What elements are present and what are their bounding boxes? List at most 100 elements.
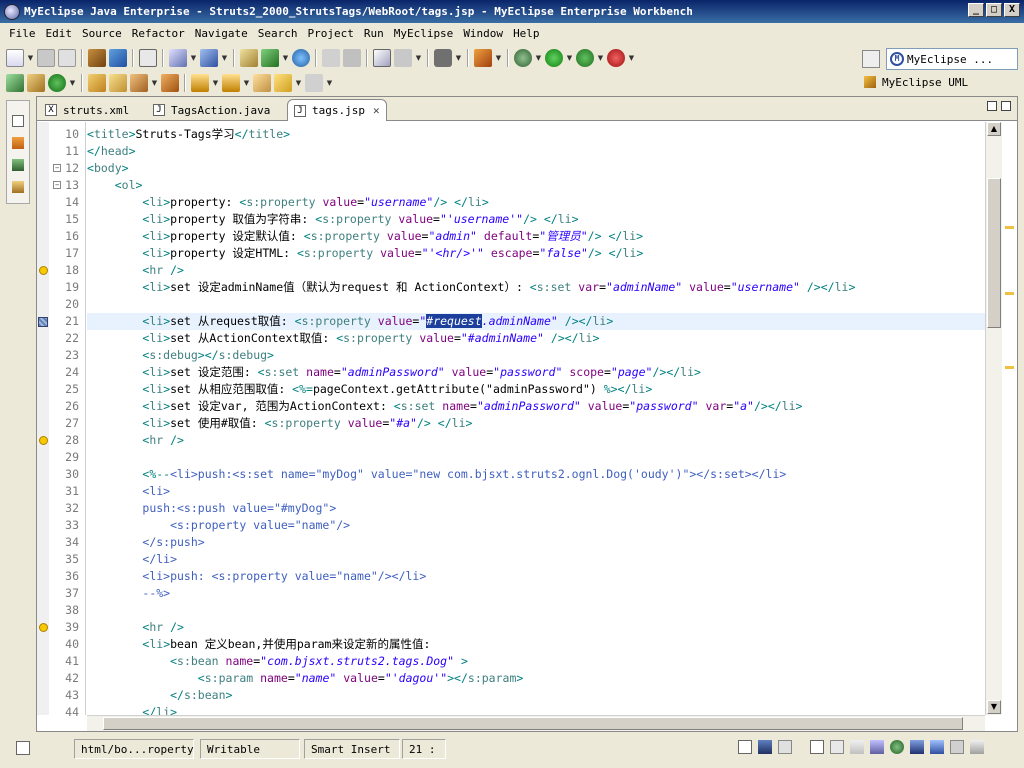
vertical-scrollbar[interactable]: ▲ ▼ [985, 122, 1002, 715]
warning-marker[interactable] [1005, 226, 1014, 229]
warning-marker[interactable] [1005, 366, 1014, 369]
menu-project[interactable]: Project [302, 27, 358, 40]
open-perspective-icon[interactable] [862, 50, 880, 68]
code-line[interactable]: <body> [87, 160, 985, 177]
tab-tags-jsp[interactable]: J tags.jsp ✕ [287, 99, 387, 121]
console-icon[interactable] [758, 740, 772, 754]
minimize-button[interactable]: _ [968, 3, 984, 17]
code-line[interactable] [87, 296, 985, 313]
menu-myeclipse[interactable]: MyEclipse [389, 27, 459, 40]
code-line[interactable]: </li> [87, 704, 985, 715]
code-line[interactable]: </head> [87, 143, 985, 160]
new-java-icon[interactable] [48, 74, 66, 92]
code-line[interactable]: <li>set 设定var, 范围为ActionContext: <s:set … [87, 398, 985, 415]
code-line[interactable]: <li>property 设定HTML: <s:property value="… [87, 245, 985, 262]
menu-window[interactable]: Window [458, 27, 508, 40]
menu-search[interactable]: Search [253, 27, 303, 40]
menu-run[interactable]: Run [359, 27, 389, 40]
code-line[interactable]: push:<s:push value="#myDog"> [87, 500, 985, 517]
debug-icon[interactable] [514, 49, 532, 67]
scroll-down-icon[interactable]: ▼ [987, 700, 1001, 714]
new-class-icon[interactable] [6, 74, 24, 92]
db-icon[interactable] [322, 49, 340, 67]
run-dropdown-icon[interactable]: ▼ [566, 49, 573, 67]
code-line[interactable]: <title>Struts-Tags学习</title> [87, 126, 985, 143]
package-icon[interactable] [109, 49, 127, 67]
code-line[interactable]: <li>set 设定adminName值（默认为request 和 Action… [87, 279, 985, 296]
warning-marker[interactable] [1005, 292, 1014, 295]
perspective-myeclipse[interactable]: M MyEclipse ... [886, 48, 1018, 70]
code-line[interactable]: </li> [87, 551, 985, 568]
code-line[interactable]: <hr /> [87, 619, 985, 636]
new-java-dropdown-icon[interactable]: ▼ [69, 74, 76, 92]
code-editor[interactable]: <title>Struts-Tags学习</title> </head> <body… [87, 122, 985, 715]
print-icon[interactable] [58, 49, 76, 67]
camera-icon[interactable] [434, 49, 452, 67]
image-icon[interactable] [373, 49, 391, 67]
palette-icon[interactable] [970, 740, 984, 754]
code-line[interactable]: <li>set 从相应范围取值: <%=pageContext.getAttri… [87, 381, 985, 398]
code-line[interactable]: <li>set 从request取值: <s:property value="#… [87, 313, 985, 330]
code-line[interactable]: </s:push> [87, 534, 985, 551]
code-line[interactable]: --%> [87, 585, 985, 602]
code-line[interactable] [87, 602, 985, 619]
tasks-icon[interactable] [850, 740, 864, 754]
prev-annotation-dropdown-icon[interactable]: ▼ [243, 74, 250, 92]
package-explorer-icon[interactable] [12, 181, 24, 193]
hierarchy-icon[interactable] [12, 137, 24, 149]
code-line[interactable]: <ol> [87, 177, 985, 194]
monitor-icon[interactable] [910, 740, 924, 754]
warning-icon[interactable] [39, 623, 48, 632]
overview-ruler[interactable] [1002, 122, 1017, 715]
wizard-dropdown-icon[interactable]: ▼ [190, 49, 197, 67]
code-line[interactable]: <s:property value="name"/> [87, 517, 985, 534]
code-line[interactable]: <s:bean name="com.bjsxt.struts2.tags.Dog… [87, 653, 985, 670]
close-tab-icon[interactable]: ✕ [373, 104, 380, 117]
close-button[interactable]: X [1004, 3, 1020, 17]
fast-view-icon[interactable] [16, 741, 30, 755]
web-browser-icon[interactable] [890, 740, 904, 754]
vertical-scroll-thumb[interactable] [987, 178, 1001, 328]
restore-view-icon[interactable] [810, 740, 824, 754]
tab-tagsaction-java[interactable]: J TagsAction.java [147, 99, 287, 121]
myeclipse-app-icon[interactable] [4, 3, 20, 20]
run-icon[interactable] [545, 49, 563, 67]
back-icon[interactable] [274, 74, 292, 92]
menu-file[interactable]: File [4, 27, 41, 40]
code-line[interactable]: <%--<li>push:<s:set name="myDog" value="… [87, 466, 985, 483]
next-annotation-dropdown-icon[interactable]: ▼ [212, 74, 219, 92]
next-annotation-icon[interactable] [191, 74, 209, 92]
code-line[interactable]: <li>set 从ActionContext取值: <s:property va… [87, 330, 985, 347]
code-line[interactable]: <s:debug></s:debug> [87, 347, 985, 364]
restore-view-icon[interactable] [738, 740, 752, 754]
fold-toggle-icon[interactable]: − [53, 164, 62, 172]
debug-dropdown-icon[interactable]: ▼ [535, 49, 542, 67]
forward-icon[interactable] [305, 74, 323, 92]
tools-dropdown-icon[interactable]: ▼ [415, 49, 422, 67]
code-line[interactable]: <li>property 设定默认值: <s:property value="a… [87, 228, 985, 245]
back-dropdown-icon[interactable]: ▼ [295, 74, 302, 92]
deploy-icon[interactable] [200, 49, 218, 67]
pencil-icon[interactable] [130, 74, 148, 92]
globe-icon[interactable] [292, 49, 310, 67]
run-external-icon[interactable] [576, 49, 594, 67]
horizontal-scrollbar[interactable] [87, 715, 985, 731]
maximize-button[interactable]: □ [986, 3, 1002, 17]
server-icon[interactable] [261, 49, 279, 67]
code-line[interactable]: </s:bean> [87, 687, 985, 704]
code-line[interactable]: <li>property: <s:property value="usernam… [87, 194, 985, 211]
menu-source[interactable]: Source [77, 27, 127, 40]
camera-dropdown-icon[interactable]: ▼ [455, 49, 462, 67]
open-jar-icon[interactable] [88, 49, 106, 67]
stop-server-icon[interactable] [607, 49, 625, 67]
tools-icon[interactable] [394, 49, 412, 67]
code-line[interactable]: <li>bean 定义bean,并使用param来设定新的属性值: [87, 636, 985, 653]
open-type-icon[interactable] [88, 74, 106, 92]
menu-refactor[interactable]: Refactor [127, 27, 190, 40]
outline-view-icon[interactable] [950, 740, 964, 754]
restore-icon[interactable] [12, 115, 24, 127]
deploy-dropdown-icon[interactable]: ▼ [221, 49, 228, 67]
marker-icon[interactable] [161, 74, 179, 92]
ext-tools-dropdown-icon[interactable]: ▼ [495, 49, 502, 67]
project-icon[interactable] [240, 49, 258, 67]
